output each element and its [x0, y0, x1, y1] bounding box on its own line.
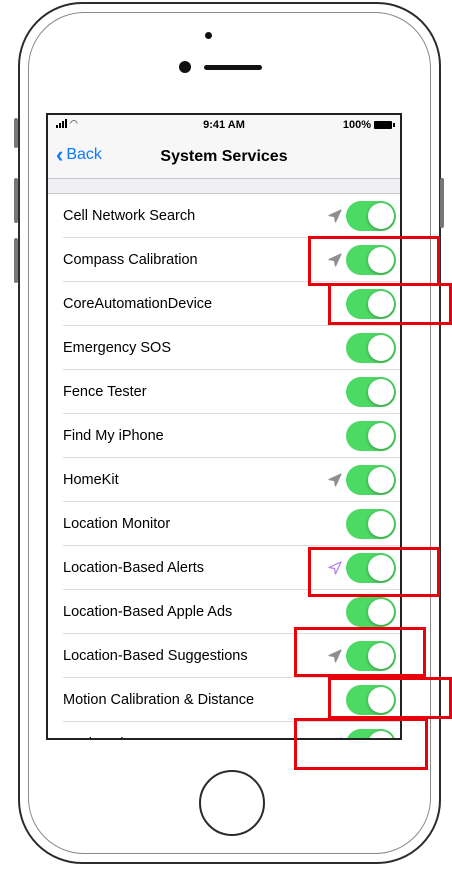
proximity-sensor — [179, 61, 191, 73]
location-arrow-icon — [328, 209, 342, 223]
highlight-callout — [294, 627, 426, 677]
list-item: Location Monitor — [48, 502, 400, 546]
list-item: Find My iPhone — [48, 414, 400, 458]
battery-icon — [374, 121, 395, 129]
toggle-knob — [368, 511, 394, 537]
toggle-knob — [368, 203, 394, 229]
earpiece-speaker — [204, 65, 262, 70]
power-button[interactable] — [440, 178, 444, 228]
battery-indicator: 100% — [342, 119, 395, 131]
highlight-callout — [308, 236, 440, 286]
battery-percent: 100% — [342, 119, 371, 131]
toggle-switch[interactable] — [346, 465, 396, 495]
list-item-label: Compass Calibration — [63, 252, 198, 268]
list-item-label: Fence Tester — [63, 384, 147, 400]
list-item-label: Location Monitor — [63, 516, 171, 532]
list-item: HomeKit — [48, 458, 400, 502]
volume-up-button[interactable] — [14, 178, 18, 223]
list-item-label: Location-Based Alerts — [63, 560, 205, 576]
highlight-callout — [328, 677, 452, 719]
list-item: Cell Network Search — [48, 194, 400, 238]
list-item: Fence Tester — [48, 370, 400, 414]
toggle-knob — [368, 379, 394, 405]
toggle-switch[interactable] — [346, 333, 396, 363]
list-item-label: Cell Network Search — [63, 208, 196, 224]
navigation-bar: ‹ Back System Services — [48, 135, 400, 179]
home-button[interactable] — [199, 770, 265, 836]
toggle-switch[interactable] — [346, 201, 396, 231]
toggle-switch[interactable] — [346, 597, 396, 627]
toggle-knob — [368, 467, 394, 493]
toggle-knob — [368, 599, 394, 625]
volume-down-button[interactable] — [14, 238, 18, 283]
page-title: System Services — [160, 148, 288, 165]
highlight-callout — [328, 283, 452, 325]
highlight-callout — [308, 547, 440, 597]
list-item-label: Find My iPhone — [63, 428, 164, 444]
list-item-label: CoreAutomationDevice — [63, 296, 213, 312]
toggle-switch[interactable] — [346, 421, 396, 451]
front-camera — [205, 32, 212, 39]
toggle-switch[interactable] — [346, 509, 396, 539]
list-item-label: Motion Calibration & Distance — [63, 692, 255, 708]
list-item-label: HomeKit — [63, 472, 119, 488]
highlight-callout — [294, 718, 428, 770]
toggle-knob — [368, 335, 394, 361]
list-item-label: Location-Based Suggestions — [63, 648, 248, 664]
list-item-label: Setting Time Zone — [63, 736, 181, 738]
mute-switch[interactable] — [14, 118, 18, 148]
list-item: Emergency SOS — [48, 326, 400, 370]
location-arrow-icon — [328, 473, 342, 487]
list-item-label: Location-Based Apple Ads — [63, 604, 233, 620]
status-bar: ◠ 9:41 AM 100% — [48, 115, 400, 135]
list-item-label: Emergency SOS — [63, 340, 171, 356]
toggle-switch[interactable] — [346, 377, 396, 407]
toggle-knob — [368, 423, 394, 449]
